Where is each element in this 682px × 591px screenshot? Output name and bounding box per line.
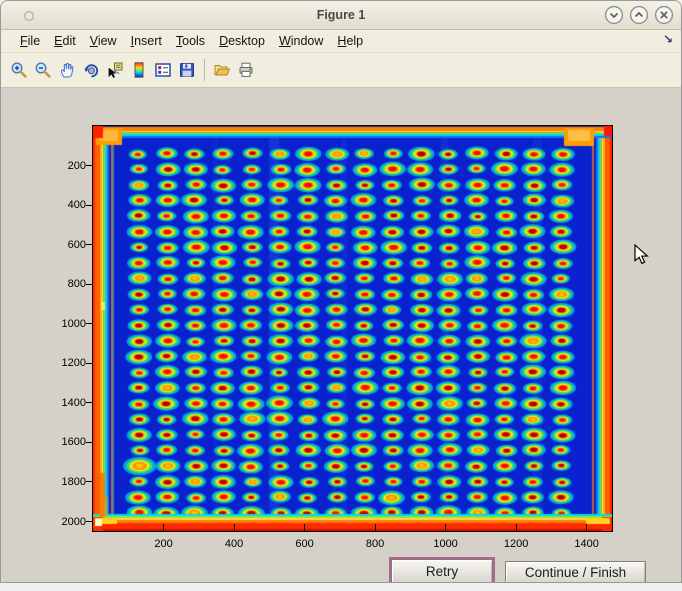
x-tick-label: 1200: [491, 537, 541, 551]
menu-bar: FileEditViewInsertToolsDesktopWindowHelp…: [1, 30, 681, 53]
y-tick-label: 1200: [41, 356, 86, 370]
x-axis-tick: [516, 524, 517, 531]
x-tick-label: 400: [209, 537, 259, 551]
y-axis-tick: [86, 481, 93, 482]
y-axis-tick: [86, 244, 93, 245]
y-axis-tick: [86, 442, 93, 443]
plot-axes: [92, 125, 613, 532]
menu-item-window[interactable]: Window: [272, 32, 330, 50]
shade-button[interactable]: [604, 5, 624, 25]
menu-item-desktop[interactable]: Desktop: [212, 32, 272, 50]
x-axis-tick: [163, 524, 164, 531]
x-axis-tick: [234, 524, 235, 531]
save-icon[interactable]: [175, 58, 199, 82]
figure-canvas-area: Retry Continue / Finish 200 400 600 800 1000…: [1, 88, 681, 583]
menu-item-insert[interactable]: Insert: [124, 32, 169, 50]
x-axis-tick: [375, 524, 376, 531]
unshade-button[interactable]: [629, 5, 649, 25]
y-axis-tick: [86, 205, 93, 206]
toolbar-separator: [204, 59, 205, 81]
colorbar-icon[interactable]: [127, 58, 151, 82]
zoom-out-icon[interactable]: [31, 58, 55, 82]
y-axis-tick: [86, 165, 93, 166]
x-tick-label: 800: [350, 537, 400, 551]
y-tick-label: 2000: [41, 515, 86, 529]
title-bar[interactable]: Figure 1: [1, 1, 681, 30]
legend-icon[interactable]: [151, 58, 175, 82]
x-axis-tick: [445, 524, 446, 531]
figure-toolbar: [1, 53, 681, 88]
dock-figure-icon[interactable]: ↘: [663, 32, 673, 46]
y-tick-label: 1400: [41, 396, 86, 410]
continue-button-wrap: Continue / Finish: [505, 561, 646, 583]
y-tick-label: 200: [41, 159, 86, 173]
retry-button-focus-ring: Retry: [389, 557, 495, 583]
y-tick-label: 1600: [41, 435, 86, 449]
menu-item-help[interactable]: Help: [330, 32, 370, 50]
mouse-pointer-icon: [634, 244, 650, 270]
menu-item-view[interactable]: View: [83, 32, 124, 50]
window-controls: [604, 5, 674, 25]
menu-item-file[interactable]: File: [13, 32, 47, 50]
print-icon[interactable]: [234, 58, 258, 82]
data-cursor-icon[interactable]: [103, 58, 127, 82]
open-folder-icon[interactable]: [210, 58, 234, 82]
y-axis-tick: [86, 521, 93, 522]
screenshot-page: Figure 1 FileEditViewInsertToolsDesktopW…: [0, 0, 682, 591]
y-tick-label: 400: [41, 198, 86, 212]
x-tick-label: 1000: [421, 537, 471, 551]
retry-button[interactable]: Retry: [391, 559, 493, 583]
x-axis-tick: [304, 524, 305, 531]
x-tick-label: 200: [139, 537, 189, 551]
close-button[interactable]: [654, 5, 674, 25]
pan-hand-icon[interactable]: [55, 58, 79, 82]
y-axis-tick: [86, 284, 93, 285]
x-axis-tick: [586, 524, 587, 531]
zoom-in-icon[interactable]: [7, 58, 31, 82]
menu-item-edit[interactable]: Edit: [47, 32, 83, 50]
x-tick-label: 1400: [562, 537, 612, 551]
continue-finish-button[interactable]: Continue / Finish: [505, 561, 646, 583]
menu-item-tools[interactable]: Tools: [169, 32, 212, 50]
y-tick-label: 1000: [41, 317, 86, 331]
y-axis-tick: [86, 323, 93, 324]
x-tick-label: 600: [280, 537, 330, 551]
rotate-3d-icon[interactable]: [79, 58, 103, 82]
y-axis-tick: [86, 402, 93, 403]
window-title: Figure 1: [1, 1, 681, 29]
figure-window: Figure 1 FileEditViewInsertToolsDesktopW…: [0, 0, 682, 583]
y-axis-tick: [86, 363, 93, 364]
heatmap-image[interactable]: [93, 126, 612, 531]
y-tick-label: 1800: [41, 475, 86, 489]
y-tick-label: 600: [41, 238, 86, 252]
y-tick-label: 800: [41, 277, 86, 291]
